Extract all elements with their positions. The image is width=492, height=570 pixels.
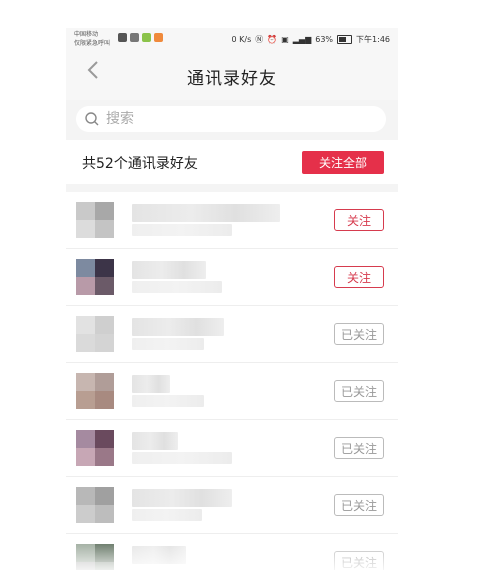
summary-bar: 共52个通讯录好友 关注全部	[66, 140, 398, 184]
contact-subtitle-blurred	[132, 509, 202, 521]
search-icon	[85, 112, 99, 126]
contact-row[interactable]: 已关注	[66, 477, 398, 534]
alarm-icon: ⏰	[267, 35, 278, 44]
app-notification-icon	[118, 33, 127, 42]
contact-row[interactable]: 已关注	[66, 420, 398, 477]
followed-button[interactable]: 已关注	[334, 494, 384, 516]
contact-list: 关注 关注 已关注 已关注 已关注 已关注 已关注	[66, 192, 398, 570]
emergency-only: 仅限紧急呼叫	[74, 40, 111, 47]
contact-name-blurred	[132, 489, 232, 507]
contact-row[interactable]: 关注	[66, 249, 398, 306]
followed-button[interactable]: 已关注	[334, 380, 384, 402]
contact-name-blurred	[132, 375, 170, 393]
contact-name-blurred	[132, 204, 280, 222]
contact-subtitle-blurred	[132, 452, 232, 464]
contact-subtitle-blurred	[132, 395, 204, 407]
contact-name-blurred	[132, 546, 186, 564]
hd-icon: ▣	[281, 35, 289, 44]
followed-button[interactable]: 已关注	[334, 323, 384, 345]
battery-icon	[337, 35, 353, 44]
avatar	[76, 316, 114, 352]
wechat-icon	[130, 33, 139, 42]
search-bar[interactable]	[76, 106, 386, 132]
contact-row[interactable]: 已关注	[66, 534, 398, 570]
carrier-name: 中国移动	[74, 31, 99, 38]
friend-count: 共52个通讯录好友	[82, 156, 198, 172]
followed-button[interactable]: 已关注	[334, 551, 384, 570]
avatar	[76, 544, 114, 570]
battery-percent: 63%	[315, 35, 334, 44]
app-notification-icon	[154, 33, 163, 42]
avatar	[76, 202, 114, 238]
contact-subtitle-blurred	[132, 281, 222, 293]
contact-row[interactable]: 已关注	[66, 363, 398, 420]
avatar	[76, 430, 114, 466]
app-notification-icon	[142, 33, 151, 42]
signal-icon: ▂▄▆	[292, 35, 312, 44]
nav-bar: 通讯录好友	[66, 50, 398, 100]
contact-subtitle-blurred	[132, 338, 204, 350]
contact-subtitle-blurred	[132, 224, 232, 236]
status-bar: 中国移动 仅限紧急呼叫 0 K/s Ⓝ ⏰ ▣ ▂▄▆ 63% 下午1:46	[66, 28, 398, 50]
follow-button[interactable]: 关注	[334, 209, 384, 231]
avatar	[76, 373, 114, 409]
followed-button[interactable]: 已关注	[334, 437, 384, 459]
net-speed: 0 K/s	[231, 35, 252, 44]
phone-screen: 中国移动 仅限紧急呼叫 0 K/s Ⓝ ⏰ ▣ ▂▄▆ 63% 下午1:46 通…	[66, 28, 398, 570]
notification-icons	[118, 33, 163, 42]
page-title: 通讯录好友	[187, 69, 277, 89]
clock: 下午1:46	[356, 35, 390, 44]
contact-row[interactable]: 已关注	[66, 306, 398, 363]
avatar	[76, 259, 114, 295]
follow-all-button[interactable]: 关注全部	[302, 151, 384, 174]
contact-name-blurred	[132, 318, 224, 336]
contact-name-blurred	[132, 432, 178, 450]
follow-button[interactable]: 关注	[334, 266, 384, 288]
carrier-info: 中国移动 仅限紧急呼叫	[74, 30, 110, 48]
nfc-icon: Ⓝ	[255, 35, 264, 44]
contact-name-blurred	[132, 261, 206, 279]
avatar	[76, 487, 114, 523]
contact-row[interactable]: 关注	[66, 192, 398, 249]
search-input[interactable]	[104, 110, 368, 128]
status-right: 0 K/s Ⓝ ⏰ ▣ ▂▄▆ 63% 下午1:46	[231, 34, 390, 45]
